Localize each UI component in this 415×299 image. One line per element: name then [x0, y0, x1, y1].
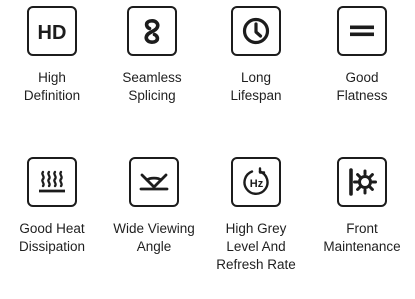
feature-long-lifespan: Long Lifespan	[206, 6, 306, 105]
feature-good-heat-dissipation: Good Heat Dissipation	[2, 157, 102, 256]
feature-wide-viewing-angle: Wide Viewing Angle	[104, 157, 204, 256]
feature-front-maintenance: Front Maintenance	[312, 157, 412, 256]
refresh-rate-icon: Hz	[231, 157, 281, 207]
feature-label: Good Heat Dissipation	[18, 221, 86, 254]
feature-label: Long Lifespan	[230, 70, 282, 103]
svg-text:HD: HD	[38, 22, 67, 44]
feature-label: High Grey Level And Refresh Rate	[216, 221, 296, 272]
front-maintenance-icon	[337, 157, 387, 207]
flatness-icon	[337, 6, 387, 56]
feature-label: Seamless Splicing	[122, 70, 182, 103]
feature-high-grey-level-refresh-rate: Hz High Grey Level And Refresh Rate	[206, 157, 306, 274]
feature-good-flatness: Good Flatness	[312, 6, 412, 105]
hd-icon: HD	[27, 6, 77, 56]
feature-seamless-splicing: Seamless Splicing	[102, 6, 202, 105]
clock-icon	[231, 6, 281, 56]
feature-high-definition: HD High Definition	[2, 6, 102, 105]
feature-label: Front Maintenance	[323, 221, 401, 254]
svg-text:Hz: Hz	[250, 178, 264, 190]
viewing-angle-icon	[129, 157, 179, 207]
feature-label: Wide Viewing Angle	[113, 221, 195, 254]
seamless-splicing-icon	[127, 6, 177, 56]
feature-label: High Definition	[23, 70, 81, 103]
heat-icon	[27, 157, 77, 207]
feature-label: Good Flatness	[336, 70, 388, 103]
